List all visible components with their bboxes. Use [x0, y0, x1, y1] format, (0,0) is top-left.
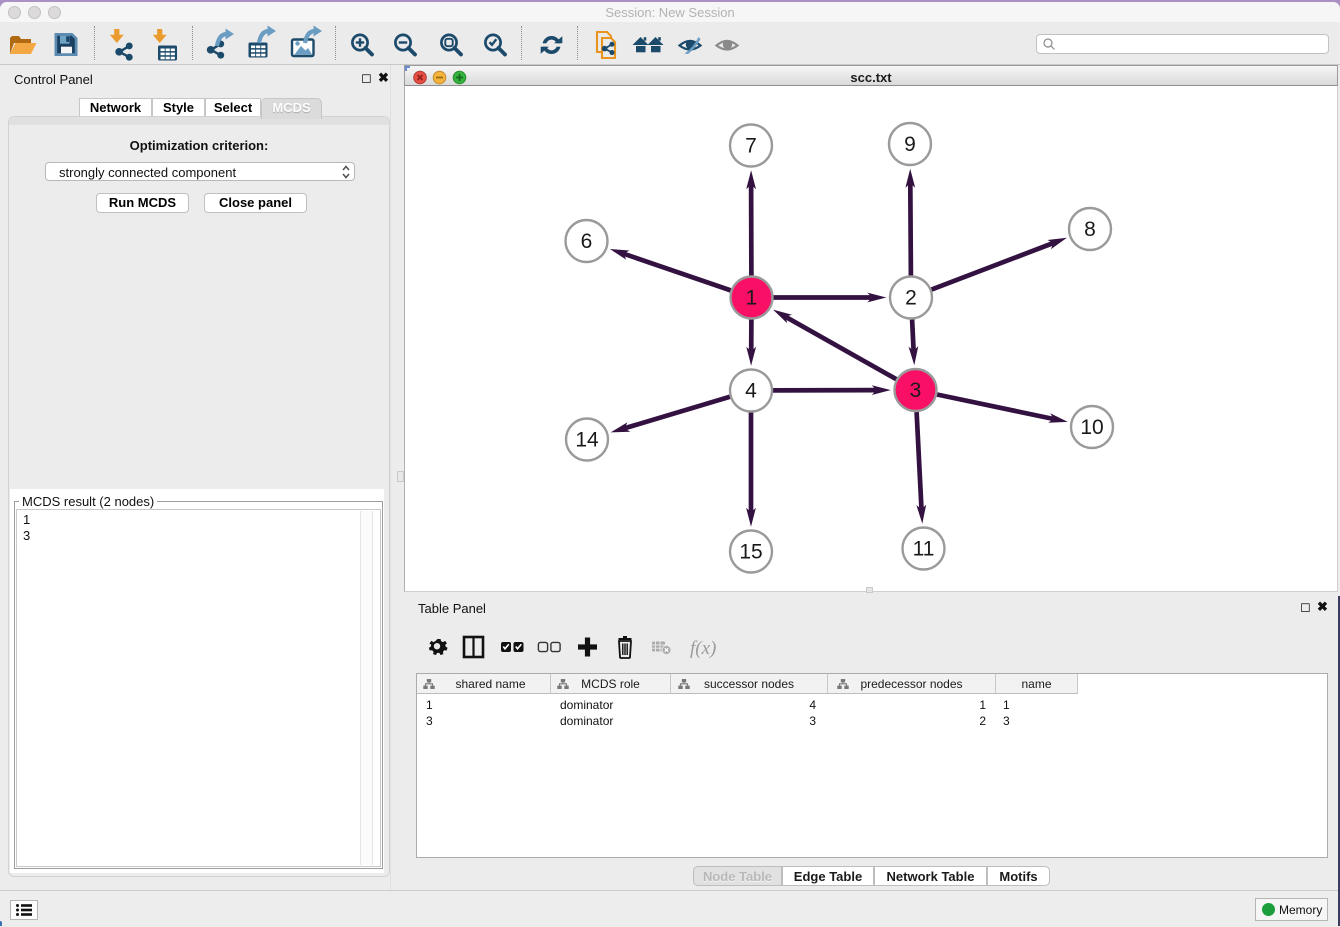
svg-text:15: 15	[739, 541, 762, 564]
svg-text:11: 11	[913, 538, 935, 561]
svg-text:3: 3	[910, 379, 922, 402]
svg-text:6: 6	[581, 230, 593, 253]
svg-text:f(x): f(x)	[690, 638, 716, 659]
svg-text:2: 2	[905, 287, 917, 310]
svg-text:9: 9	[904, 133, 916, 156]
svg-text:4: 4	[745, 380, 757, 403]
svg-text:14: 14	[575, 429, 599, 452]
svg-text:7: 7	[745, 135, 757, 158]
svg-text:1: 1	[746, 287, 758, 310]
svg-text:10: 10	[1080, 416, 1103, 439]
svg-text:8: 8	[1084, 218, 1096, 241]
